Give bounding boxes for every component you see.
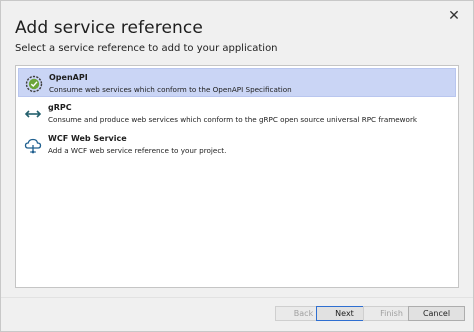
- service-description: Consume and produce web services which c…: [48, 115, 418, 124]
- wcf-icon: [24, 136, 42, 154]
- service-name: OpenAPI: [49, 73, 88, 82]
- service-name: gRPC: [48, 103, 72, 112]
- grpc-icon: [24, 105, 42, 123]
- service-list: OpenAPI Consume web services which confo…: [15, 65, 459, 288]
- service-description: Add a WCF web service reference to your …: [48, 146, 227, 155]
- service-item-wcf[interactable]: WCF Web Service Add a WCF web service re…: [18, 130, 456, 159]
- cancel-button[interactable]: Cancel: [408, 306, 465, 321]
- service-description: Consume web services which conform to th…: [49, 85, 292, 94]
- add-service-reference-dialog: ✕ Add service reference Select a service…: [0, 0, 474, 332]
- service-name: WCF Web Service: [48, 134, 127, 143]
- dialog-title: Add service reference: [15, 18, 203, 38]
- openapi-icon: [25, 75, 43, 93]
- close-icon[interactable]: ✕: [447, 9, 461, 23]
- footer-divider: [1, 297, 473, 298]
- dialog-subtitle: Select a service reference to add to you…: [15, 43, 278, 54]
- service-item-openapi[interactable]: OpenAPI Consume web services which confo…: [18, 68, 456, 97]
- service-item-grpc[interactable]: gRPC Consume and produce web services wh…: [18, 99, 456, 128]
